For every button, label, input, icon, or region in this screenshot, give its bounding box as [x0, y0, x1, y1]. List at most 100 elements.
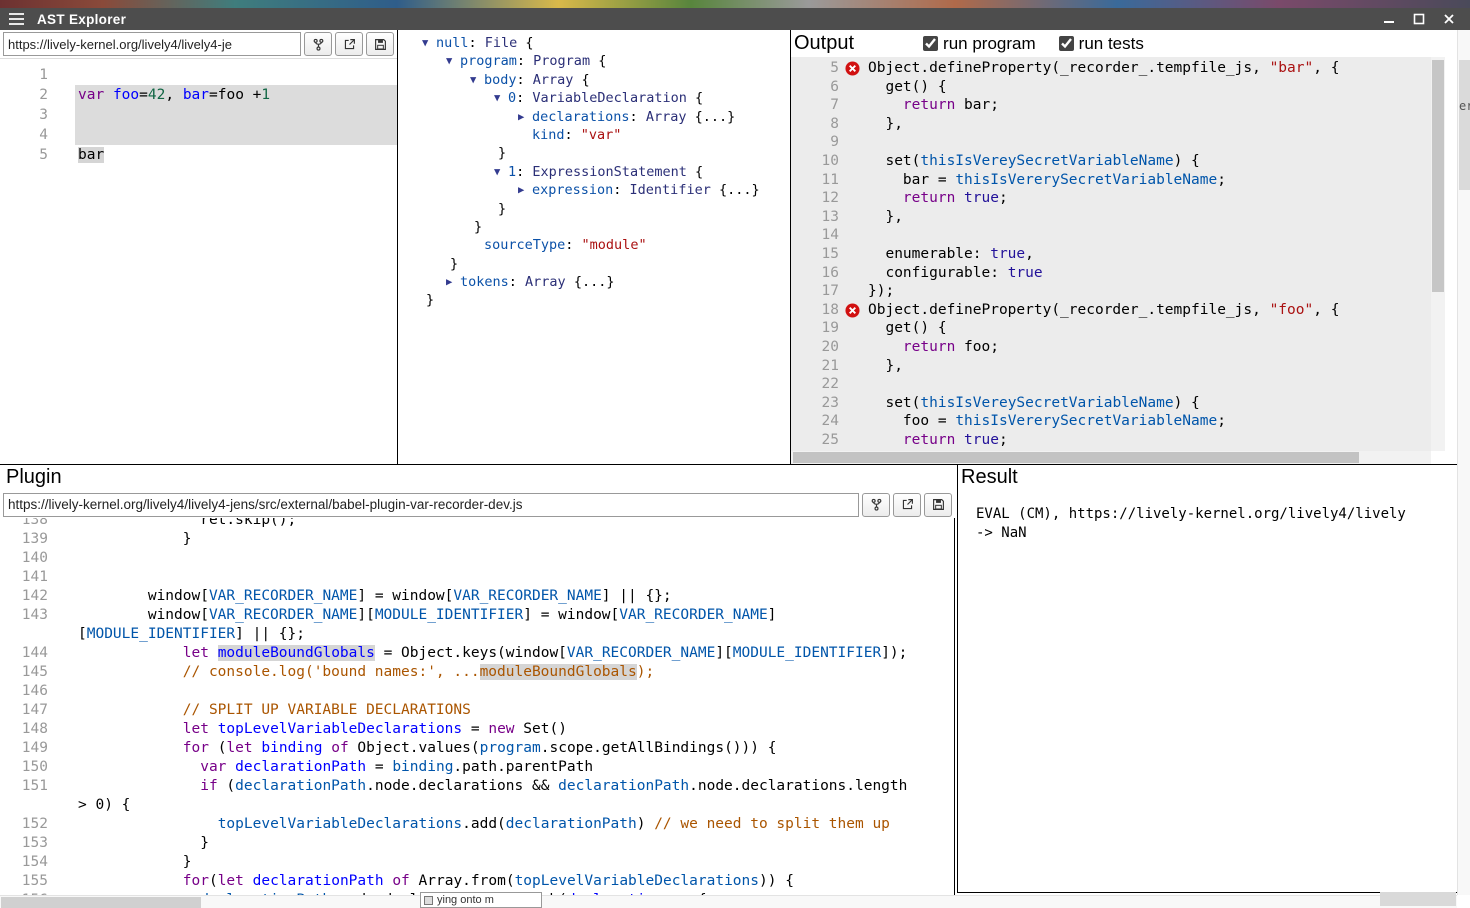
token: File: [485, 34, 518, 52]
tree-expand-icon[interactable]: ▶: [518, 181, 532, 199]
tree-collapse-icon[interactable]: ▼: [446, 52, 460, 70]
close-button[interactable]: [1438, 11, 1460, 27]
code-line: 20 return foo;: [791, 338, 1431, 357]
tree-node[interactable]: sourceType: "module": [398, 236, 790, 254]
source-url-input[interactable]: [3, 32, 301, 56]
token: "module": [582, 236, 647, 254]
tree-node[interactable]: }: [398, 291, 790, 309]
line-number: 1: [0, 65, 48, 85]
output-editor[interactable]: 5Object.defineProperty(_recorder_.tempfi…: [791, 57, 1431, 451]
tree-node[interactable]: }: [398, 200, 790, 218]
window-horizontal-scrollbar[interactable]: [0, 895, 1457, 908]
line-number: 140: [0, 549, 48, 568]
open-external-button[interactable]: [335, 32, 363, 56]
token: {...}: [566, 273, 615, 291]
line-number: 17: [791, 282, 839, 301]
tree-node[interactable]: ▶declarations: Array {...}: [398, 108, 790, 126]
token: {: [573, 71, 589, 89]
tree-expand-icon[interactable]: ▶: [446, 273, 460, 291]
output-header: Output run programrun tests: [791, 30, 1457, 57]
tree-node[interactable]: ▼null: File {: [398, 34, 790, 52]
gutter-spacer: [839, 245, 865, 264]
tree-node[interactable]: ▼1: ExpressionStatement {: [398, 163, 790, 181]
run-tests-checkbox[interactable]: run tests: [1059, 34, 1144, 54]
token: let: [183, 645, 209, 661]
tree-node[interactable]: kind: "var": [398, 126, 790, 144]
token: Object.defineProperty(_recorder_.tempfil…: [868, 60, 1270, 76]
branch-button[interactable]: [304, 32, 332, 56]
gutter-spacer: [839, 189, 865, 208]
window-vertical-scrollbar[interactable]: [1457, 30, 1470, 895]
tree-node[interactable]: }: [398, 255, 790, 273]
tree-node[interactable]: ▶tokens: Array {...}: [398, 273, 790, 291]
token: ][: [715, 645, 732, 661]
token: of: [392, 873, 409, 889]
tree-collapse-icon[interactable]: ▼: [494, 163, 508, 181]
window-vertical-scrollbar-thumb[interactable]: [1459, 60, 1470, 190]
result-scrollbar-thumb[interactable]: [1380, 892, 1456, 906]
run-tests-checkbox-input[interactable]: [1059, 36, 1074, 51]
token: bar: [183, 87, 209, 103]
plugin-branch-button[interactable]: [862, 493, 890, 517]
plugin-editor[interactable]: 138 ret.skip();139 }140141142 window[VAR…: [0, 518, 955, 895]
tree-collapse-icon[interactable]: ▼: [422, 34, 436, 52]
tree-collapse-icon[interactable]: ▼: [470, 71, 484, 89]
window-horizontal-scrollbar-thumb[interactable]: [1, 897, 201, 908]
tree-node[interactable]: }: [398, 144, 790, 162]
token: [955, 432, 964, 448]
hamburger-menu-icon[interactable]: [9, 13, 24, 25]
minimize-button[interactable]: [1378, 11, 1400, 27]
line-number: 12: [791, 189, 839, 208]
error-marker-icon[interactable]: [839, 301, 865, 320]
tree-collapse-icon[interactable]: ▼: [494, 89, 508, 107]
plugin-open-external-button[interactable]: [893, 493, 921, 517]
plugin-url-input[interactable]: [3, 493, 859, 517]
run-program-checkbox[interactable]: run program: [923, 34, 1036, 54]
token: ]: [768, 607, 777, 623]
token: ] = window[: [523, 607, 619, 623]
output-vertical-scrollbar[interactable]: [1431, 57, 1445, 451]
tree-expand-icon[interactable]: ▶: [518, 108, 532, 126]
plugin-save-button[interactable]: [924, 493, 952, 517]
error-marker-icon[interactable]: [839, 59, 865, 78]
save-button[interactable]: [366, 32, 394, 56]
code-line: 148 let topLevelVariableDeclarations = n…: [0, 720, 954, 739]
tree-node[interactable]: ▼body: Array {: [398, 71, 790, 89]
line-number: 153: [0, 834, 48, 853]
output-vertical-scrollbar-thumb[interactable]: [1432, 60, 1444, 292]
open-external-icon: [343, 38, 356, 51]
output-horizontal-scrollbar[interactable]: [791, 451, 1431, 464]
maximize-button[interactable]: [1408, 11, 1430, 27]
ast-tree[interactable]: ▼null: File {▼program: Program {▼body: A…: [398, 30, 790, 464]
line-number: 9: [791, 133, 839, 152]
token: [78, 740, 183, 756]
tree-node[interactable]: ▶expression: Identifier {...}: [398, 181, 790, 199]
token: bar: [78, 147, 104, 163]
token: new: [488, 721, 514, 737]
gutter-spacer: [48, 834, 75, 853]
gutter-spacer: [48, 644, 75, 663]
tree-node[interactable]: ▼program: Program {: [398, 52, 790, 70]
token: thisIsVererySecretVariableName: [955, 413, 1217, 429]
tree-node[interactable]: ▼0: VariableDeclaration {: [398, 89, 790, 107]
token: Array.from(: [410, 873, 515, 889]
line-number: 146: [0, 682, 48, 701]
source-editor[interactable]: 12var foo=42, bar=foo +1345bar: [0, 59, 397, 464]
token: of: [331, 740, 348, 756]
token: [78, 873, 183, 889]
token: let: [226, 740, 252, 756]
token: }: [426, 291, 434, 309]
token: {...}: [686, 108, 735, 126]
gutter-spacer: [48, 587, 75, 606]
tree-node[interactable]: }: [398, 218, 790, 236]
run-program-checkbox-input[interactable]: [923, 36, 938, 51]
token: = Object.keys(window[: [375, 645, 567, 661]
code-line: 17});: [791, 282, 1431, 301]
output-horizontal-scrollbar-thumb[interactable]: [793, 452, 1359, 463]
token: "var": [581, 126, 622, 144]
token: return: [903, 97, 955, 113]
token: ;: [999, 190, 1008, 206]
code-line: 146: [0, 682, 954, 701]
token: [78, 778, 200, 794]
token: ExpressionStatement: [532, 163, 686, 181]
